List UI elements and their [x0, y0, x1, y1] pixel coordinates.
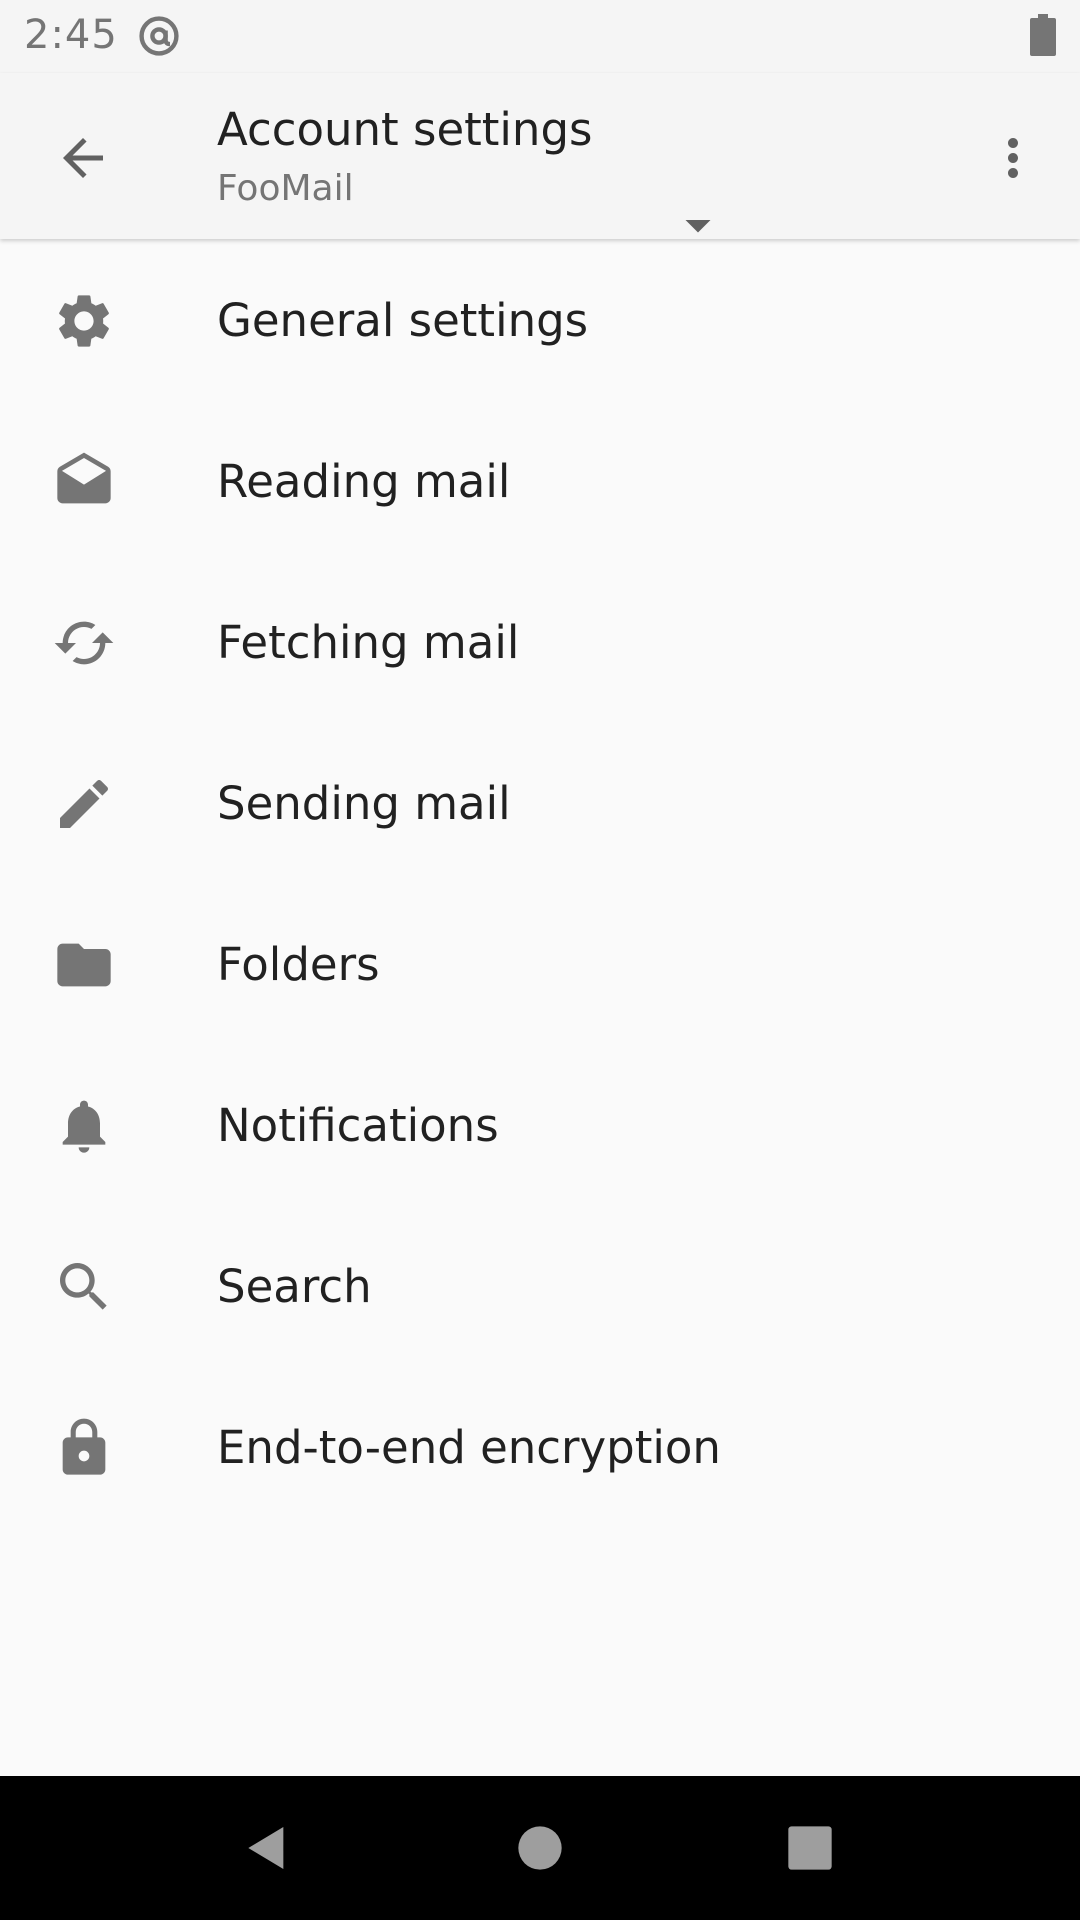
account-name: FooMail: [217, 168, 354, 209]
settings-item-label: End-to-end encryption: [217, 1421, 721, 1474]
search-icon: [52, 1255, 116, 1319]
nav-home-icon: [518, 1826, 562, 1870]
settings-item-label: Sending mail: [217, 777, 511, 830]
settings-item-reading-mail[interactable]: Reading mail: [0, 401, 1080, 562]
nav-back-icon: [248, 1827, 284, 1869]
status-time: 2:45: [24, 12, 118, 58]
settings-item-label: Notifications: [217, 1099, 499, 1152]
settings-item-label: Folders: [217, 938, 380, 991]
settings-item-folders[interactable]: Folders: [0, 884, 1080, 1045]
nav-recents-icon: [788, 1826, 832, 1870]
settings-item-sending-mail[interactable]: Sending mail: [0, 723, 1080, 884]
settings-list: General settings Reading mail Fetching m…: [0, 240, 1080, 1528]
nav-recents-button[interactable]: [762, 1800, 858, 1896]
nav-home-button[interactable]: [492, 1800, 588, 1896]
settings-item-search[interactable]: Search: [0, 1206, 1080, 1367]
system-nav-bar: [0, 1776, 1080, 1920]
battery-icon: [1030, 14, 1056, 56]
settings-item-end-to-end-encryption[interactable]: End-to-end encryption: [0, 1367, 1080, 1528]
settings-item-notifications[interactable]: Notifications: [0, 1045, 1080, 1206]
arrow-back-icon: [63, 138, 103, 178]
bell-icon: [52, 1094, 116, 1158]
mail-open-icon: [52, 450, 116, 514]
nav-back-button[interactable]: [219, 1800, 315, 1896]
settings-item-fetching-mail[interactable]: Fetching mail: [0, 562, 1080, 723]
at-sign-icon: [139, 16, 179, 56]
settings-item-general[interactable]: General settings: [0, 240, 1080, 401]
folder-icon: [52, 933, 116, 997]
back-button[interactable]: [40, 115, 126, 201]
settings-item-label: Fetching mail: [217, 616, 520, 669]
pencil-icon: [52, 772, 116, 836]
sync-icon: [52, 611, 116, 675]
settings-item-label: Search: [217, 1260, 372, 1313]
account-dropdown[interactable]: [668, 195, 728, 255]
lock-icon: [52, 1416, 116, 1480]
page-title: Account settings: [217, 103, 593, 156]
settings-item-label: General settings: [217, 294, 589, 347]
status-bar: 2:45: [0, 0, 1080, 73]
more-options-button[interactable]: [983, 115, 1043, 201]
arrow-drop-down-icon: [685, 220, 711, 233]
more-vert-icon: [1008, 138, 1018, 178]
app-bar: Account settings FooMail: [0, 73, 1080, 239]
title-block[interactable]: Account settings FooMail: [217, 101, 592, 213]
gear-icon: [52, 289, 116, 353]
settings-item-label: Reading mail: [217, 455, 511, 508]
